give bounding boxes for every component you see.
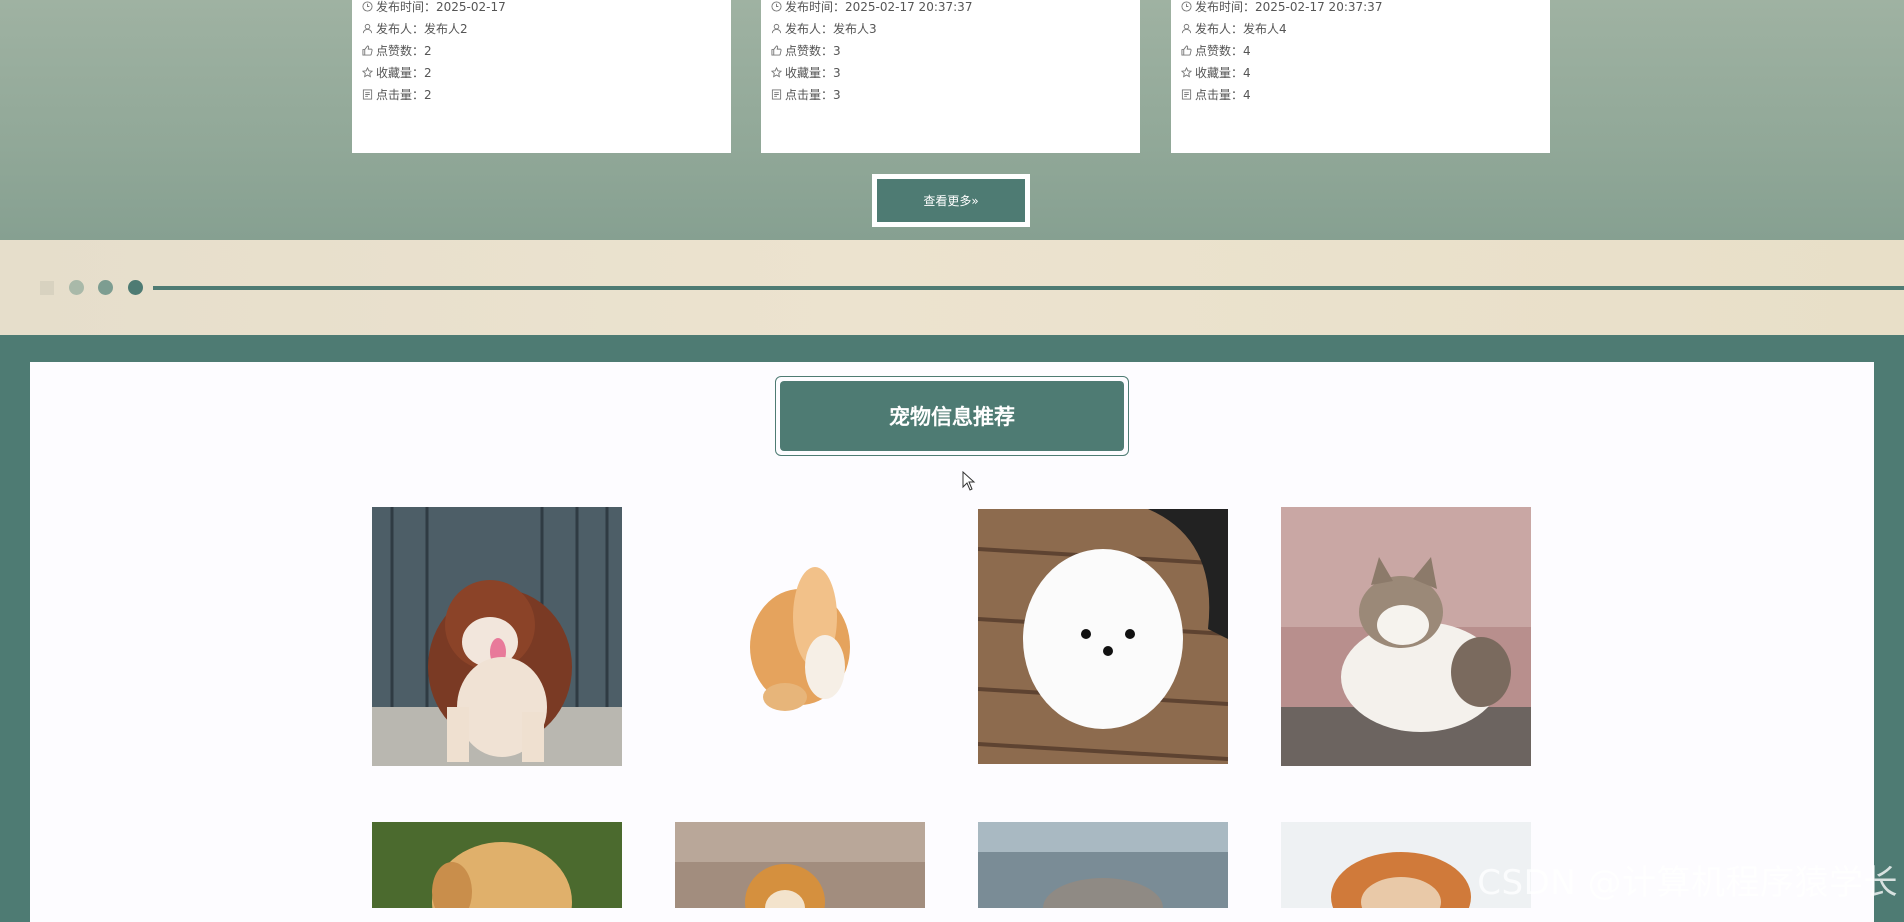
publisher: 发布人：发布人4 xyxy=(1195,21,1287,36)
user-icon xyxy=(362,23,373,33)
decor-dot xyxy=(128,280,143,295)
rabbit-photo xyxy=(675,507,925,766)
publisher-row: 发布人：发布人4 xyxy=(1171,17,1550,39)
pet-image-golden-retriever[interactable] xyxy=(372,822,622,908)
pet-image-shiba[interactable] xyxy=(675,822,925,908)
clicks-row: 点击量：2 xyxy=(352,83,731,105)
news-card[interactable]: 发布时间：2025-02-17 20:37:37 发布人：发布人3 点赞数：3 … xyxy=(761,0,1140,153)
user-icon xyxy=(1181,23,1192,33)
document-icon xyxy=(771,88,782,100)
likes: 点赞数：2 xyxy=(376,43,432,58)
clock-icon xyxy=(1181,0,1192,12)
likes: 点赞数：4 xyxy=(1195,43,1251,58)
likes-row: 点赞数：4 xyxy=(1171,39,1550,61)
dog-photo xyxy=(372,507,622,766)
pet-image-pomeranian[interactable] xyxy=(978,509,1228,764)
view-more-button[interactable]: 查看更多» xyxy=(872,174,1030,227)
decor-square xyxy=(40,281,54,295)
document-icon xyxy=(1181,88,1192,100)
clock-icon xyxy=(362,0,373,12)
publisher-row: 发布人：发布人2 xyxy=(352,17,731,39)
decor-dot xyxy=(98,280,113,295)
favorites-row: 收藏量：4 xyxy=(1171,61,1550,83)
recommend-title: 宠物信息推荐 xyxy=(780,381,1124,451)
publisher: 发布人：发布人3 xyxy=(785,21,877,36)
user-icon xyxy=(771,23,782,33)
favorites: 收藏量：4 xyxy=(1195,65,1251,80)
watermark: CSDN @计算机程序猿学长 xyxy=(1477,863,1898,903)
publish-time-row: 发布时间：2025-02-17 xyxy=(352,0,731,17)
cat-photo xyxy=(1281,507,1531,766)
clicks-row: 点击量：4 xyxy=(1171,83,1550,105)
document-icon xyxy=(362,88,373,100)
pet-image-malamute[interactable] xyxy=(372,507,622,766)
publisher: 发布人：发布人2 xyxy=(376,21,468,36)
favorites: 收藏量：3 xyxy=(785,65,841,80)
clicks: 点击量：3 xyxy=(785,87,841,102)
news-card[interactable]: 发布时间：2025-02-17 20:37:37 发布人：发布人4 点赞数：4 … xyxy=(1171,0,1550,153)
publish-time: 发布时间：2025-02-17 20:37:37 xyxy=(1195,0,1383,14)
publisher-row: 发布人：发布人3 xyxy=(761,17,1140,39)
pet-image-rabbit[interactable] xyxy=(675,507,925,766)
shiba-photo xyxy=(675,822,925,908)
pet-photo xyxy=(978,822,1228,908)
mouse-cursor-icon xyxy=(962,471,976,491)
clicks: 点击量：2 xyxy=(376,87,432,102)
publish-time: 发布时间：2025-02-17 20:37:37 xyxy=(785,0,973,14)
puppy-photo xyxy=(372,822,622,908)
favorites-row: 收藏量：3 xyxy=(761,61,1140,83)
news-card[interactable]: 发布时间：2025-02-17 发布人：发布人2 点赞数：2 收藏量：2 点击量… xyxy=(352,0,731,153)
likes-row: 点赞数：3 xyxy=(761,39,1140,61)
clicks-row: 点击量：3 xyxy=(761,83,1140,105)
likes: 点赞数：3 xyxy=(785,43,841,58)
publish-time-row: 发布时间：2025-02-17 20:37:37 xyxy=(761,0,1140,17)
likes-row: 点赞数：2 xyxy=(352,39,731,61)
thumbs-up-icon xyxy=(362,44,373,56)
publish-time-row: 发布时间：2025-02-17 20:37:37 xyxy=(1171,0,1550,17)
favorites-row: 收藏量：2 xyxy=(352,61,731,83)
recommend-title-frame: 宠物信息推荐 xyxy=(775,376,1129,456)
clock-icon xyxy=(771,0,782,12)
thumbs-up-icon xyxy=(771,44,782,56)
favorites: 收藏量：2 xyxy=(376,65,432,80)
publish-time: 发布时间：2025-02-17 xyxy=(376,0,506,14)
star-icon xyxy=(362,66,373,78)
divider-line xyxy=(153,286,1904,290)
thumbs-up-icon xyxy=(1181,44,1192,56)
pet-image-cat[interactable] xyxy=(1281,507,1531,766)
clicks: 点击量：4 xyxy=(1195,87,1251,102)
pomeranian-photo xyxy=(978,509,1228,764)
pet-image-7[interactable] xyxy=(978,822,1228,908)
decor-dot xyxy=(69,280,84,295)
star-icon xyxy=(1181,66,1192,78)
star-icon xyxy=(771,66,782,78)
